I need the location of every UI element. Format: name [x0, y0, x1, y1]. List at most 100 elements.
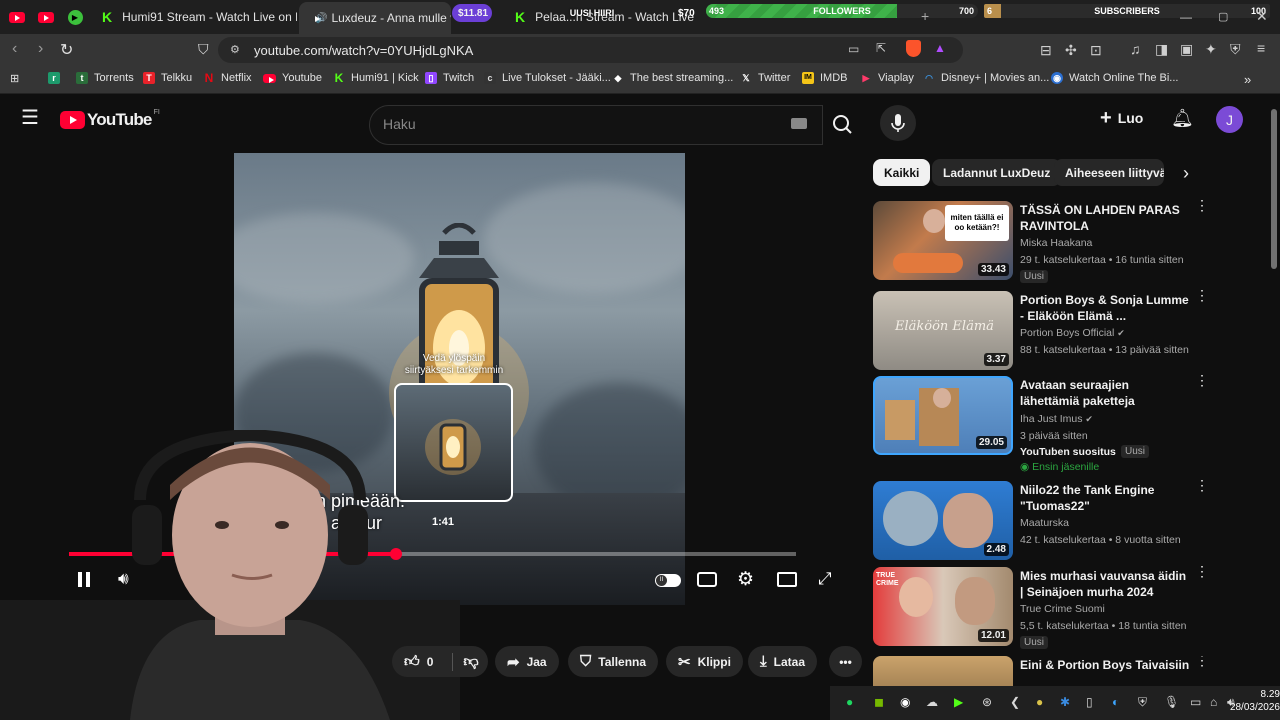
more-vert-icon[interactable]: ⋮: [1195, 478, 1209, 492]
extensions-puzzle-icon[interactable]: ✣: [1065, 42, 1077, 59]
tab-kick-stream[interactable]: K Humi91 Stream - Watch Live on Kick: [92, 4, 297, 30]
channel-name[interactable]: Maaturska: [1020, 517, 1069, 529]
channel-name[interactable]: True Crime Suomi: [1020, 603, 1105, 615]
video-thumbnail[interactable]: 2.48: [873, 481, 1013, 560]
video-thumbnail[interactable]: TRUE CRIME 12.01: [873, 567, 1013, 646]
share-button[interactable]: ➦ Jaa: [495, 646, 559, 677]
notifications-bell-icon[interactable]: 🔔︎: [1171, 108, 1194, 129]
extension-1-icon[interactable]: ⊟: [1040, 42, 1052, 59]
more-vert-icon[interactable]: ⋮: [1195, 373, 1209, 387]
thumbs-up-icon[interactable]: 👍︎: [404, 653, 420, 671]
video-thumbnail[interactable]: miten täällä ei oo ketään?! 33.43: [873, 201, 1013, 280]
pinned-tab-youtube-1[interactable]: [4, 6, 30, 28]
download-button[interactable]: ⤓ Lataa: [748, 646, 817, 677]
pinned-tab-media[interactable]: ▶: [62, 6, 88, 28]
scrollbar-thumb[interactable]: [1271, 109, 1277, 269]
more-vert-icon[interactable]: ⋮: [1195, 564, 1209, 578]
share-icon[interactable]: ⇱: [876, 41, 886, 55]
channel-row[interactable]: Iha Just Imus ✔: [1020, 413, 1093, 425]
site-info-icon[interactable]: ⚙: [230, 43, 240, 56]
video-title[interactable]: Mies murhasi vauvansa äidin | Seinäjoen …: [1020, 568, 1190, 600]
maximize-icon[interactable]: ▢: [1218, 10, 1228, 23]
keyboard-icon[interactable]: [791, 118, 807, 129]
video-title[interactable]: Portion Boys & Sonja Lumme - Eläköön Elä…: [1020, 292, 1190, 324]
more-bookmarks-icon[interactable]: »: [1244, 72, 1251, 87]
bookmark-disney[interactable]: ◠ Disney+ | Movies an...: [923, 72, 1049, 84]
search-button[interactable]: [822, 105, 864, 145]
vpn-shield-icon[interactable]: ⛨: [1230, 41, 1241, 58]
channel-row[interactable]: Portion Boys Official ✔: [1020, 327, 1125, 339]
bookmark-viaplay[interactable]: ▶ Viaplay: [860, 72, 914, 84]
forward-arrow-icon[interactable]: ›: [38, 40, 43, 58]
save-button[interactable]: ⛉ Tallenna: [568, 646, 659, 677]
settings-gear-icon[interactable]: ⚙: [737, 568, 754, 591]
edge-icon[interactable]: ◐: [1112, 695, 1119, 709]
page-scrollbar[interactable]: [1268, 95, 1280, 685]
bookmark-netflix[interactable]: N Netflix: [203, 72, 252, 84]
video-card-6[interactable]: Eini & Portion Boys Taivaisiin ⋮: [873, 656, 1203, 686]
search-field[interactable]: Haku: [369, 105, 823, 145]
bluetooth-icon[interactable]: ✱: [1060, 695, 1070, 709]
bookmark-imdb[interactable]: IM IMDB: [802, 72, 848, 84]
url-text[interactable]: youtube.com/watch?v=0YUHjdLgNKA: [254, 43, 473, 58]
video-title[interactable]: Avataan seuraajien lähettämiä paketteja: [1020, 377, 1190, 409]
back-arrow-icon[interactable]: ‹: [12, 40, 17, 58]
clock[interactable]: 8.29: [1248, 688, 1280, 702]
pinned-tab-youtube-2[interactable]: [33, 6, 59, 28]
theater-mode-icon[interactable]: [777, 572, 797, 587]
more-vert-icon[interactable]: ⋮: [1195, 288, 1209, 302]
bookmark-telkku[interactable]: T Telkku: [143, 72, 192, 84]
video-title[interactable]: Eini & Portion Boys Taivaisiin: [1020, 657, 1190, 673]
autoplay-toggle[interactable]: II: [655, 574, 681, 587]
bookmark-humi-kick[interactable]: K Humi91 | Kick: [333, 72, 419, 84]
new-tab-plus-icon[interactable]: +: [921, 8, 929, 24]
video-card-4[interactable]: 2.48 Niilo22 the Tank Engine "Tuomas22" …: [873, 478, 1209, 561]
fullscreen-icon[interactable]: ⤢: [818, 569, 832, 589]
clock-date[interactable]: 28/03/2026: [1210, 702, 1280, 713]
video-card-5[interactable]: TRUE CRIME 12.01 Mies murhasi vauvansa ä…: [873, 564, 1209, 649]
tab-youtube-active[interactable]: 🔊 Luxdeuz - Anna mulle vii: [299, 2, 451, 34]
bookmark-watch-online[interactable]: ◉ Watch Online The Bi...: [1051, 72, 1178, 84]
bookmark-youtube[interactable]: Youtube: [263, 72, 322, 84]
chip-all[interactable]: Kaikki: [873, 159, 931, 186]
more-vert-icon[interactable]: ⋮: [1195, 656, 1203, 667]
display-icon[interactable]: ▭: [1190, 695, 1201, 709]
like-count[interactable]: 0: [427, 655, 434, 669]
video-thumbnail[interactable]: Eläköön Elämä 3.37: [873, 291, 1013, 370]
discord-icon[interactable]: ◉: [900, 695, 910, 709]
video-card-3[interactable]: 29.05 Avataan seuraajien lähettämiä pake…: [873, 373, 1209, 476]
bookmark-twitter[interactable]: 𝕏 Twitter: [740, 72, 790, 84]
menu-icon[interactable]: ≡: [1257, 40, 1265, 56]
minimize-icon[interactable]: —: [1180, 10, 1192, 24]
bookmark-icon[interactable]: ⛉: [198, 41, 209, 58]
nvidia-icon[interactable]: ◼: [874, 695, 884, 709]
app-tray-icon-2[interactable]: ●: [1036, 695, 1043, 709]
chip-uploaded-by[interactable]: Ladannut LuxDeuz: [932, 159, 1062, 186]
create-button[interactable]: + Luo: [1100, 108, 1143, 128]
hamburger-menu-icon[interactable]: ☰: [21, 108, 39, 128]
video-thumbnail[interactable]: [873, 656, 1013, 686]
bookmark-live-tulokset[interactable]: c Live Tulokset - Jääki...: [484, 72, 611, 84]
video-title[interactable]: Niilo22 the Tank Engine "Tuomas22": [1020, 482, 1190, 514]
reload-icon[interactable]: ↻: [60, 40, 73, 60]
chevron-right-icon[interactable]: ›: [1183, 163, 1189, 184]
brave-shield-icon[interactable]: [906, 40, 921, 57]
youtube-logo[interactable]: YouTube FI: [60, 109, 160, 130]
sidebar-icon[interactable]: ◨: [1155, 41, 1168, 58]
apps-grid-icon[interactable]: ⊞: [10, 72, 19, 85]
more-vert-icon[interactable]: ⋮: [1195, 198, 1209, 212]
wallet-icon[interactable]: ▣: [1180, 41, 1193, 58]
shield-tray-icon[interactable]: ⛨: [1138, 695, 1147, 710]
spotify-icon[interactable]: ●: [846, 695, 853, 709]
video-card-2[interactable]: Eläköön Elämä 3.37 Portion Boys & Sonja …: [873, 288, 1209, 371]
music-icon[interactable]: ♫: [1130, 41, 1141, 57]
bookmark-torrents[interactable]: t Torrents: [76, 72, 134, 84]
more-actions-button[interactable]: •••: [829, 646, 862, 677]
bookmark-streaming[interactable]: ◆ The best streaming...: [612, 72, 734, 84]
cloud-icon[interactable]: ☁: [926, 695, 938, 709]
url-box[interactable]: ⚙ youtube.com/watch?v=0YUHjdLgNKA ▭ ⇱ ▲: [218, 37, 963, 63]
leo-ai-icon[interactable]: ✦: [1205, 41, 1217, 58]
cast-icon[interactable]: ▭: [848, 42, 859, 56]
video-thumbnail[interactable]: 29.05: [873, 376, 1013, 455]
voice-search-button[interactable]: [880, 105, 916, 141]
